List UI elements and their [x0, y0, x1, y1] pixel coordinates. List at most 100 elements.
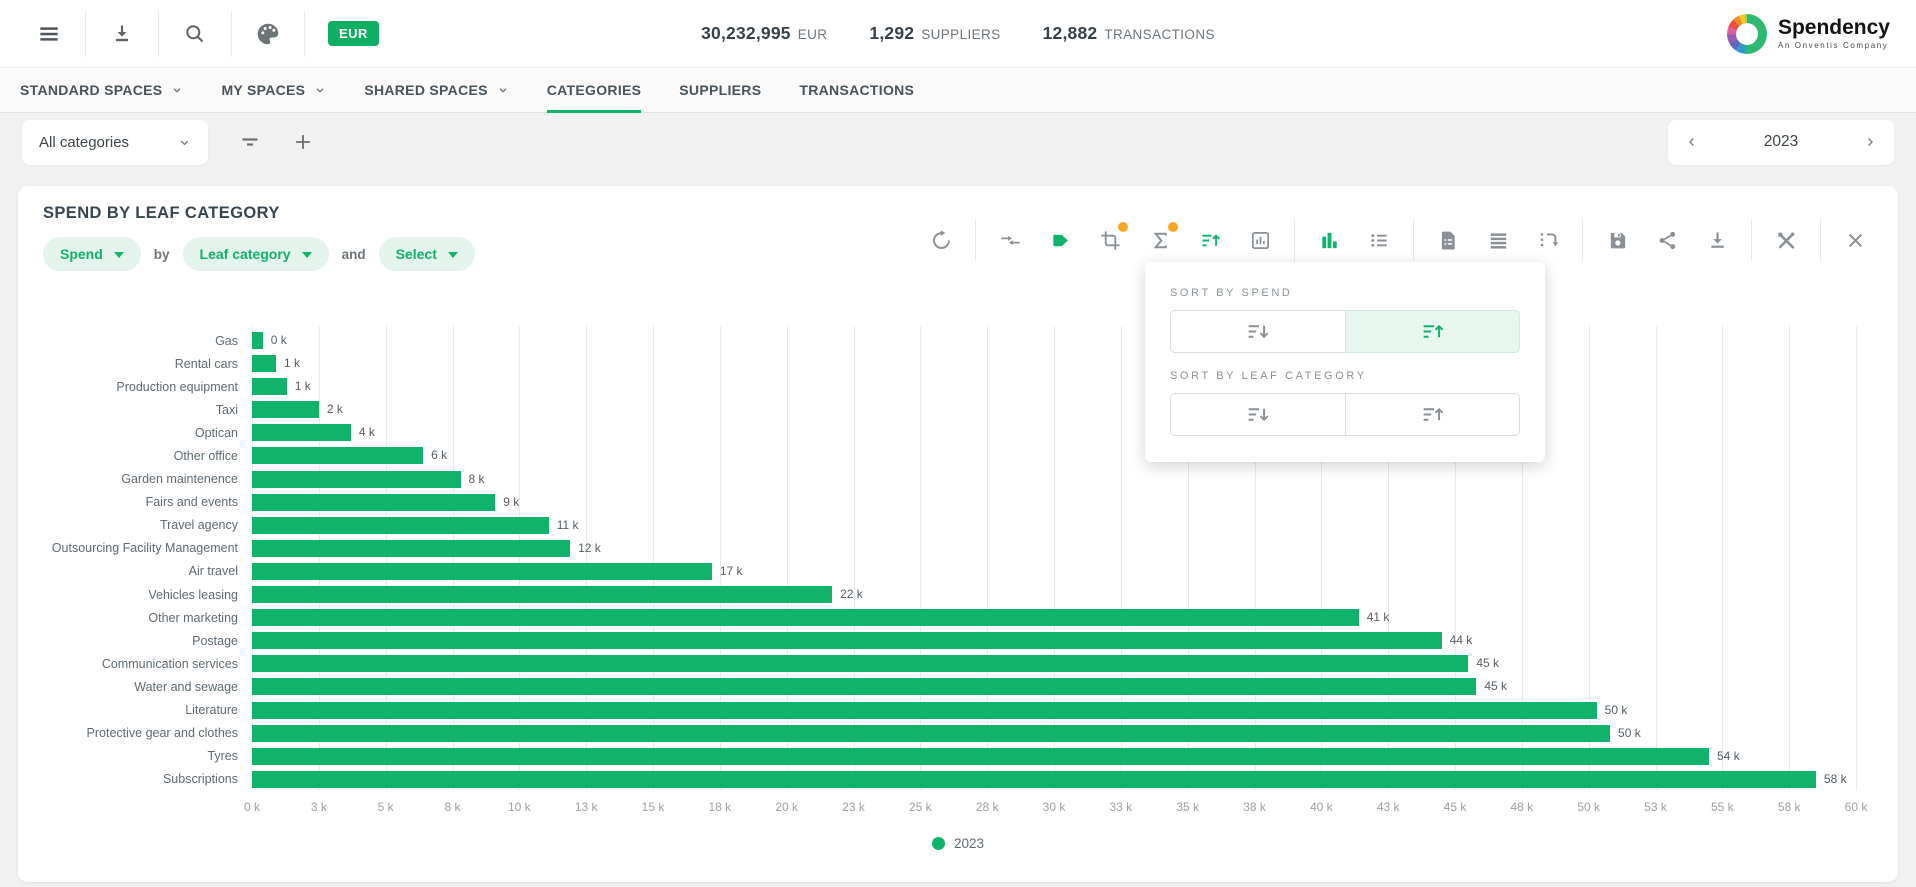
download-icon[interactable] [1703, 226, 1731, 254]
bar-postage[interactable] [252, 632, 1442, 649]
spend-sort-ascending-button[interactable] [1345, 310, 1521, 353]
secondary-select[interactable]: Select [379, 237, 475, 271]
bar-value-label: 58 k [1824, 771, 1847, 788]
tab-label: MY SPACES [221, 82, 305, 98]
tab-label: TRANSACTIONS [799, 82, 914, 98]
palette-icon[interactable] [245, 21, 291, 47]
sort-icon[interactable] [1196, 226, 1224, 254]
bar-other-office[interactable] [252, 447, 423, 464]
crop-icon[interactable] [1096, 226, 1124, 254]
design-tools-icon[interactable] [1772, 226, 1800, 254]
spend-sort-group [1170, 310, 1520, 353]
bar-gas[interactable] [252, 332, 263, 349]
x-tick-label: 60 k [1845, 800, 1868, 814]
bar-chart-icon[interactable] [1315, 226, 1343, 254]
bar-row: Rental cars1 k [42, 355, 1856, 372]
category-label: Outsourcing Facility Management [42, 541, 252, 555]
x-tick-label: 23 k [842, 800, 865, 814]
bar-protective-gear-and-clothes[interactable] [252, 725, 1610, 742]
sort-descending-icon [1245, 319, 1270, 344]
add-filter-icon[interactable] [292, 131, 314, 153]
bar-track: 1 k [252, 355, 1856, 372]
x-tick-label: 15 k [642, 800, 665, 814]
stat-item: 30,232,995EUR [701, 23, 827, 44]
dimension-value: Leaf category [200, 246, 291, 262]
category-sort-ascending-button[interactable] [1345, 393, 1521, 436]
next-year-icon[interactable] [1863, 135, 1877, 149]
table-rows-icon[interactable] [1484, 226, 1512, 254]
refresh-icon[interactable] [927, 226, 955, 254]
x-tick-label: 53 k [1644, 800, 1667, 814]
tab-categories[interactable]: CATEGORIES [547, 68, 642, 112]
bar-water-and-sewage[interactable] [252, 678, 1476, 695]
chevron-down-icon [314, 84, 326, 96]
prev-year-icon[interactable] [1685, 135, 1699, 149]
bar-outsourcing-facility-management[interactable] [252, 540, 570, 557]
bar-value-label: 45 k [1476, 655, 1499, 672]
category-sort-descending-button[interactable] [1170, 393, 1345, 436]
bar-row: Tyres54 k [42, 748, 1856, 765]
divider [1413, 219, 1414, 261]
gridline [1856, 326, 1857, 790]
bar-subscriptions[interactable] [252, 771, 1816, 788]
tab-shared-spaces[interactable]: SHARED SPACES [364, 68, 508, 112]
currency-badge[interactable]: EUR [328, 21, 379, 46]
category-label: Protective gear and clothes [42, 726, 252, 740]
category-filter-select[interactable]: All categories [22, 120, 208, 165]
sort-ascending-icon [1420, 319, 1445, 344]
tab-transactions[interactable]: TRANSACTIONS [799, 68, 914, 112]
bar-value-label: 41 k [1367, 609, 1390, 626]
measure-value: Spend [60, 246, 103, 262]
chart-legend: 2023 [18, 836, 1898, 851]
tab-my-spaces[interactable]: MY SPACES [221, 68, 326, 112]
bar-literature[interactable] [252, 702, 1597, 719]
x-axis: 0 k3 k5 k8 k10 k13 k15 k18 k20 k23 k25 k… [252, 800, 1856, 816]
logo-name: Spendency [1778, 17, 1890, 39]
dimension-select[interactable]: Leaf category [183, 237, 329, 271]
bar-air-travel[interactable] [252, 563, 712, 580]
measure-select[interactable]: Spend [43, 237, 141, 271]
sort-by-spend-label: SORT BY SPEND [1170, 287, 1520, 299]
bar-rental-cars[interactable] [252, 355, 276, 372]
bar-communication-services[interactable] [252, 655, 1468, 672]
topbar-icon-group: EUR [26, 0, 379, 67]
x-tick-label: 38 k [1243, 800, 1266, 814]
pivot-icon[interactable] [1534, 226, 1562, 254]
spendency-logo: Spendency An Onventis Company [1727, 14, 1890, 54]
bar-other-marketing[interactable] [252, 609, 1359, 626]
bar-travel-agency[interactable] [252, 517, 549, 534]
logo-tagline: An Onventis Company [1778, 41, 1890, 50]
filter-icon[interactable] [238, 130, 262, 154]
tab-suppliers[interactable]: SUPPLIERS [679, 68, 761, 112]
bar-track: 1 k [252, 378, 1856, 395]
bar-taxi[interactable] [252, 401, 319, 418]
bar-optican[interactable] [252, 424, 351, 441]
bar-fairs-and-events[interactable] [252, 494, 495, 511]
collapse-arrows-icon[interactable] [996, 226, 1024, 254]
tag-icon[interactable] [1046, 226, 1074, 254]
sort-descending-icon [1245, 402, 1270, 427]
bar-vehicles-leasing[interactable] [252, 586, 832, 603]
save-icon[interactable] [1603, 226, 1631, 254]
sigma-icon[interactable] [1146, 226, 1174, 254]
share-icon[interactable] [1653, 226, 1681, 254]
close-icon[interactable] [1841, 226, 1869, 254]
stat-item: 12,882TRANSACTIONS [1043, 23, 1215, 44]
tab-standard-spaces[interactable]: STANDARD SPACES [20, 68, 183, 112]
chevron-down-icon [497, 84, 509, 96]
bar-tyres[interactable] [252, 748, 1709, 765]
bar-production-equipment[interactable] [252, 378, 287, 395]
report-icon[interactable] [1434, 226, 1462, 254]
search-icon[interactable] [172, 22, 218, 46]
x-tick-label: 45 k [1444, 800, 1467, 814]
bar-garden-maintenence[interactable] [252, 471, 461, 488]
list-view-icon[interactable] [1365, 226, 1393, 254]
chart-settings-icon[interactable] [1246, 226, 1274, 254]
bar-row: Travel agency11 k [42, 517, 1856, 534]
spend-sort-descending-button[interactable] [1170, 310, 1345, 353]
menu-icon[interactable] [26, 21, 72, 47]
download-icon[interactable] [99, 22, 145, 46]
divider [231, 11, 232, 57]
divider [1751, 219, 1752, 261]
bar-value-label: 2 k [327, 401, 343, 418]
